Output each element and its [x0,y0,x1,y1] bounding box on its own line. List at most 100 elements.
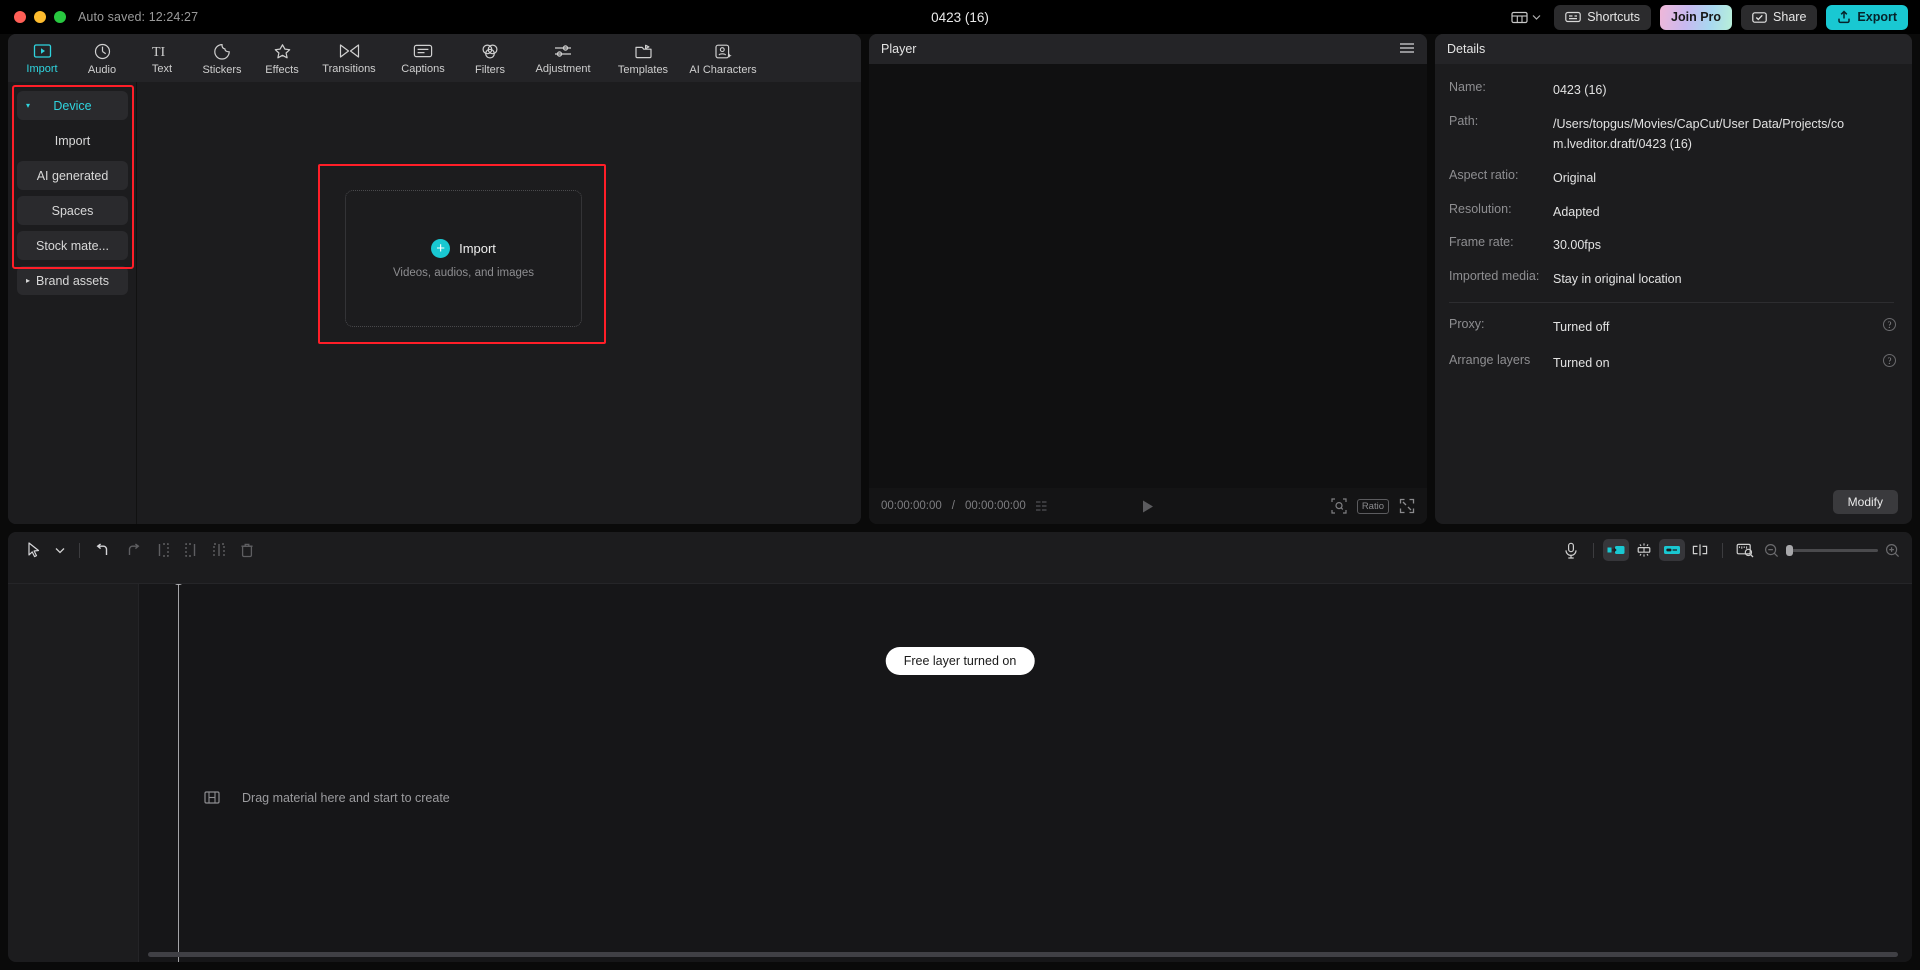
svg-text:TI: TI [152,45,166,59]
category-ai-generated[interactable]: AI generated [17,161,128,190]
detail-value-arrange-layers[interactable]: Turned on [1553,353,1610,374]
hamburger-icon[interactable] [1399,42,1415,57]
split-right-button[interactable] [177,538,205,562]
share-button[interactable]: Share [1741,4,1818,30]
tab-adjustment[interactable]: Adjustment [520,41,606,75]
tab-captions-label: Captions [401,63,445,75]
export-button[interactable]: Export [1826,4,1908,30]
player-preview-stage[interactable] [869,64,1427,488]
timeline-tools-divider [1593,542,1594,558]
timeline-panel: Free layer turned on Drag material here … [8,532,1912,962]
preview-scale-toggle[interactable] [1732,539,1758,561]
timeline-playhead[interactable] [173,584,184,962]
timeline-zoom-slider[interactable] [1764,543,1900,558]
category-device[interactable]: ▾ Device [17,91,128,120]
tool-dropdown-button[interactable] [48,543,72,558]
join-pro-button[interactable]: Join Pro [1660,4,1733,30]
category-import[interactable]: Import [17,126,128,155]
zoom-slider-knob[interactable] [1786,544,1793,556]
category-spaces[interactable]: Spaces [17,196,128,225]
tab-effects[interactable]: Effects [252,41,312,76]
help-circle-icon[interactable]: ? [1883,354,1896,367]
category-stock-materials[interactable]: Stock mate... [17,231,128,260]
details-title: Details [1447,42,1486,56]
tab-transitions[interactable]: Transitions [312,41,386,75]
tab-transitions-label: Transitions [322,63,376,75]
detail-row-imported-media: Imported media: Stay in original locatio… [1449,269,1896,290]
play-icon[interactable] [1141,499,1155,514]
adjust-toggle[interactable] [1687,539,1713,561]
detail-row-path: Path: /Users/topgus/Movies/CapCut/User D… [1449,114,1896,155]
tab-stickers[interactable]: Stickers [192,41,252,76]
tab-effects-label: Effects [265,63,299,76]
link-toggle[interactable] [1659,539,1685,561]
player-current-time: 00:00:00:00 [881,500,942,512]
zoom-fit-icon[interactable] [1331,498,1347,514]
keyboard-icon [1565,11,1582,23]
detail-row-arrange-layers: Arrange layers Turned on ? [1449,353,1896,374]
timeline-canvas[interactable]: Free layer turned on Drag material here … [8,584,1912,962]
detail-value-path: /Users/topgus/Movies/CapCut/User Data/Pr… [1553,116,1845,152]
media-library-body: ▾ Device Import AI generated Spaces Stoc… [8,82,861,524]
timeline-horizontal-scrollbar[interactable] [148,952,1898,957]
category-spaces-label: Spaces [51,203,94,218]
tab-import[interactable]: Import [12,41,72,75]
maximize-window-button[interactable] [54,11,66,23]
zoom-slider-track[interactable] [1786,544,1878,556]
tab-import-label: Import [26,63,58,75]
split-button[interactable] [205,538,233,562]
record-voiceover-button[interactable] [1558,539,1584,561]
details-panel: Details Name: 0423 (16) Path: /Users/top… [1435,34,1912,524]
tab-text[interactable]: TI Text [132,41,192,75]
import-dropzone[interactable]: + Import Videos, audios, and images [345,190,582,327]
zoom-out-icon[interactable] [1764,543,1779,558]
shortcuts-button[interactable]: Shortcuts [1554,4,1652,30]
auto-snap-start-toggle[interactable] [1603,539,1629,561]
magnet-snap-toggle[interactable] [1631,539,1657,561]
ratio-button[interactable]: Ratio [1356,498,1389,514]
close-window-button[interactable] [14,11,26,23]
templates-folder-icon [634,43,653,60]
zoom-in-icon[interactable] [1885,543,1900,558]
tab-stickers-label: Stickers [202,63,242,76]
timeline-tools-divider-2 [1722,542,1723,558]
details-divider [1449,302,1894,304]
tab-ai-characters[interactable]: AI Characters [680,41,766,76]
player-controls-bar: 00:00:00:00 / 00:00:00:00 Ratio [869,488,1427,524]
minimize-window-button[interactable] [34,11,46,23]
detail-value-proxy[interactable]: Turned off [1553,317,1609,338]
undo-button[interactable] [87,539,118,562]
tab-captions[interactable]: Captions [386,41,460,75]
timeline-right-tools [1558,539,1900,561]
timeline-ruler[interactable] [8,568,1912,584]
details-header: Details [1435,34,1912,64]
fullscreen-icon[interactable] [1399,498,1415,514]
timeline-toolbar [8,532,1912,568]
film-strip-icon [204,790,220,805]
chevron-down-icon [1532,14,1541,20]
help-circle-icon[interactable]: ? [1883,318,1896,332]
main-content-row: Import Audio TI Text Stickers Effects Tr… [0,34,1920,524]
redo-button[interactable] [118,539,149,562]
layout-icon [1511,10,1528,24]
capcut-app-window: Auto saved: 12:24:27 0423 (16) Shortcuts… [0,0,1920,970]
tab-templates[interactable]: Templates [606,41,680,76]
layout-switcher-button[interactable] [1507,7,1545,27]
detail-label-imported-media: Imported media: [1449,268,1540,283]
adjustment-sliders-icon [553,43,573,59]
detail-row-proxy: Proxy: Turned off ? [1449,317,1896,338]
select-cursor-tool[interactable] [20,538,48,562]
player-controls-inner: 00:00:00:00 / 00:00:00:00 Ratio [881,498,1415,514]
modify-button[interactable]: Modify [1832,490,1898,514]
tab-filters[interactable]: Filters [460,41,520,76]
split-left-button[interactable] [149,538,177,562]
delete-button[interactable] [233,538,261,562]
window-traffic-lights[interactable]: Auto saved: 12:24:27 [0,10,198,24]
category-brand-assets-label: Brand assets [36,273,109,288]
category-brand-assets[interactable]: ▸ Brand assets [17,266,128,295]
tab-audio[interactable]: Audio [72,41,132,76]
share-label: Share [1773,10,1807,24]
filters-icon [480,43,500,60]
frames-icon[interactable] [1035,500,1052,512]
playhead-handle[interactable] [173,584,184,585]
